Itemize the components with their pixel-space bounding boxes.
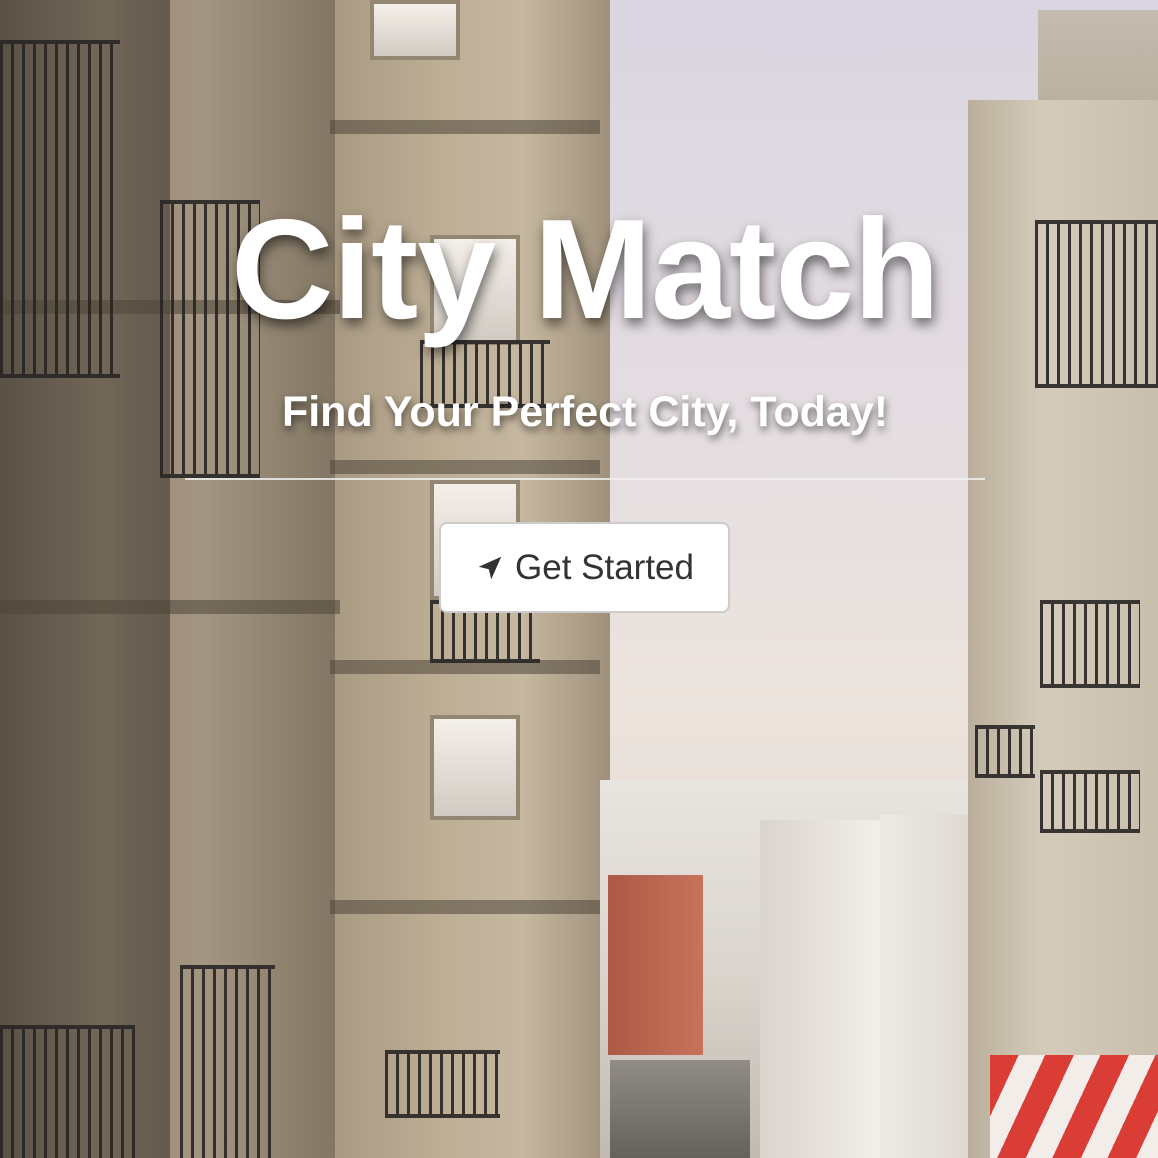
- page-subtitle: Find Your Perfect City, Today!: [281, 388, 889, 436]
- get-started-label: Get Started: [515, 547, 694, 587]
- divider: [185, 478, 985, 480]
- get-started-button[interactable]: Get Started: [439, 522, 730, 613]
- page-title: City Match: [231, 190, 940, 349]
- hero-section: City Match Find Your Perfect City, Today…: [0, 0, 1158, 1158]
- navigation-arrow-icon: [478, 556, 502, 579]
